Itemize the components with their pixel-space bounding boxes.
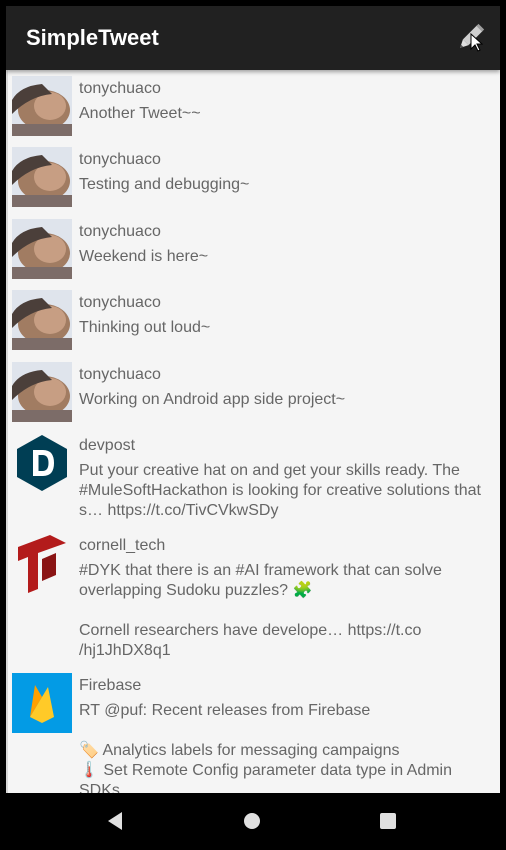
- tweet-body: Weekend is here~: [79, 248, 209, 265]
- tweet-body: Thinking out loud~: [79, 319, 211, 336]
- tweet-handle: tonychuaco: [79, 366, 161, 383]
- tweet-handle: devpost: [79, 437, 136, 454]
- app-title: SimpleTweet: [26, 25, 159, 50]
- avatar[interactable]: [12, 433, 72, 493]
- cornell-tech-logo: [12, 533, 72, 593]
- tweet-body: Put your creative hat on and get your sk…: [79, 462, 481, 519]
- avatar[interactable]: [12, 290, 72, 350]
- tweet-item[interactable]: tonychuaco Weekend is here~: [8, 213, 500, 285]
- tweet-body: RT @puf: Recent releases from Firebase 🏷…: [79, 702, 452, 793]
- tweet-item[interactable]: Firebase RT @puf: Recent releases from F…: [8, 667, 500, 793]
- pencil-icon: [460, 23, 485, 52]
- tweet-handle: Firebase: [79, 677, 142, 694]
- tweet-item[interactable]: devpost Put your creative hat on and get…: [8, 427, 500, 527]
- back-button[interactable]: [100, 805, 132, 837]
- avatar[interactable]: [12, 219, 72, 279]
- devpost-logo: [17, 435, 67, 491]
- compose-button[interactable]: [452, 20, 488, 56]
- back-triangle-icon: [108, 812, 122, 830]
- tweet-handle: tonychuaco: [79, 151, 161, 168]
- tweet-body: Another Tweet~~: [79, 105, 201, 122]
- avatar[interactable]: [12, 362, 72, 422]
- tweet-handle: tonychuaco: [79, 294, 161, 311]
- tweet-item[interactable]: tonychuaco Working on Android app side p…: [8, 356, 500, 428]
- tweet-item[interactable]: tonychuaco Thinking out loud~: [8, 284, 500, 356]
- app-bar: SimpleTweet: [6, 6, 500, 70]
- tweet-handle: cornell_tech: [79, 537, 166, 554]
- avatar[interactable]: [12, 76, 72, 136]
- tweet-body: Working on Android app side project~: [79, 391, 346, 408]
- firebase-logo: [12, 673, 72, 733]
- avatar[interactable]: [12, 673, 72, 733]
- home-circle-icon: [244, 813, 260, 829]
- tweet-item[interactable]: tonychuaco Another Tweet~~: [8, 70, 500, 142]
- screen: SimpleTweet tonychuaco Another Tweet~~ t…: [6, 6, 500, 850]
- navigation-bar: [6, 793, 500, 850]
- recents-square-icon: [380, 813, 396, 829]
- avatar[interactable]: [12, 533, 72, 593]
- tweet-item[interactable]: cornell_tech #DYK that there is an #AI f…: [8, 527, 500, 667]
- tweet-body: Testing and debugging~: [79, 176, 250, 193]
- avatar[interactable]: [12, 147, 72, 207]
- tweet-handle: tonychuaco: [79, 80, 161, 97]
- tweet-body: #DYK that there is an #AI framework that…: [79, 562, 442, 659]
- recents-button[interactable]: [372, 805, 404, 837]
- tweet-handle: tonychuaco: [79, 223, 161, 240]
- tweet-timeline[interactable]: tonychuaco Another Tweet~~ tonychuaco Te…: [6, 70, 500, 793]
- home-button[interactable]: [236, 805, 268, 837]
- tweet-item[interactable]: tonychuaco Testing and debugging~: [8, 141, 500, 213]
